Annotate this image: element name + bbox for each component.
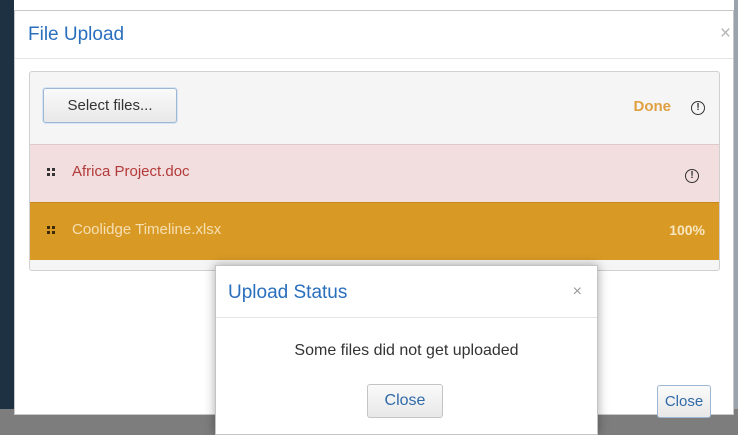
close-button[interactable]: Close (657, 385, 711, 418)
select-files-button[interactable]: Select files... (43, 88, 177, 123)
upload-progress-text: 100% (669, 222, 705, 238)
dialog-title: File Upload (28, 24, 125, 45)
file-name: Africa Project.doc (72, 163, 190, 180)
background-sidebar-edge (0, 0, 14, 410)
background-right-edge (734, 0, 738, 435)
info-circle-icon: ! (691, 101, 705, 115)
status-close-button[interactable]: Close (367, 384, 443, 418)
file-row-complete: Coolidge Timeline.xlsx 100% (30, 202, 719, 260)
file-name: Coolidge Timeline.xlsx (72, 221, 222, 238)
upload-status-text: Done (633, 98, 672, 115)
file-row-failed: Africa Project.doc ! (30, 144, 719, 202)
file-drag-handle-icon (47, 226, 56, 235)
file-drag-handle-icon (47, 168, 56, 177)
status-message: Some files did not get uploaded (294, 342, 519, 359)
status-dialog-close-icon[interactable]: × (573, 283, 582, 301)
dialog-header: File Upload × (15, 11, 733, 59)
upload-panel: Select files... Done ! Africa Project.do… (29, 71, 720, 271)
info-circle-icon: ! (685, 169, 699, 183)
upload-status-dialog: Upload Status × Some files did not get u… (215, 265, 598, 435)
status-dialog-header: Upload Status × (216, 266, 597, 318)
status-dialog-title: Upload Status (228, 282, 348, 303)
dialog-close-icon[interactable]: × (720, 23, 731, 45)
upload-toolbar: Select files... Done ! (30, 72, 719, 144)
